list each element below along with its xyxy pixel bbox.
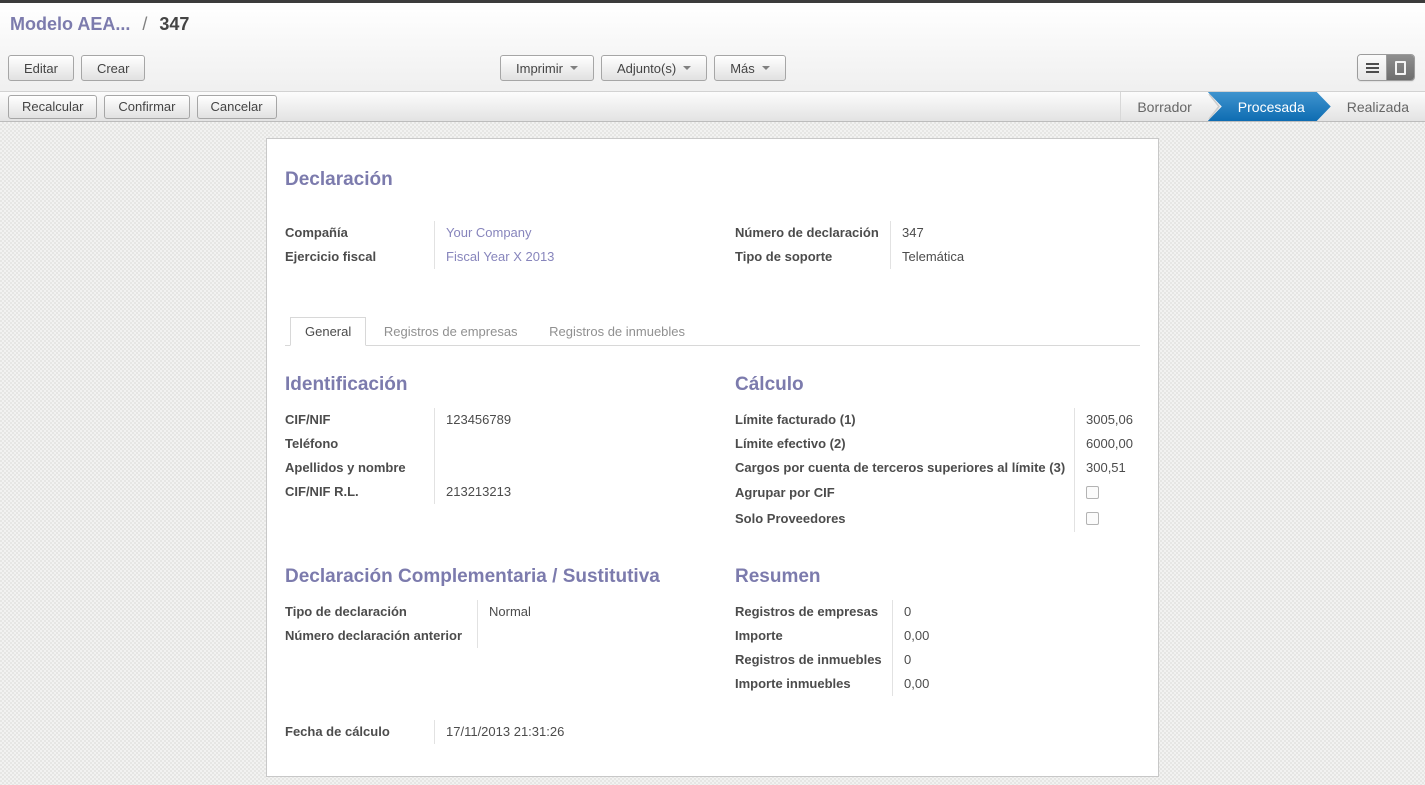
fiscal-year-label: Ejercicio fiscal bbox=[285, 245, 434, 269]
top-field-groups: Compañía Your Company Ejercicio fiscal F… bbox=[285, 221, 1140, 269]
cif-nif-rl-value: 213213213 bbox=[434, 480, 735, 504]
complementary-title: Declaración Complementaria / Sustitutiva bbox=[285, 566, 735, 588]
only-suppliers-checkbox[interactable] bbox=[1086, 512, 1099, 525]
recalculate-button[interactable]: Recalcular bbox=[8, 95, 97, 119]
identification-section: Identificación CIF/NIF 123456789 Teléfon… bbox=[285, 374, 735, 532]
surname-name-value bbox=[434, 456, 735, 480]
cancel-button[interactable]: Cancelar bbox=[197, 95, 277, 119]
phone-label: Teléfono bbox=[285, 432, 434, 456]
edit-button[interactable]: Editar bbox=[8, 55, 74, 81]
create-button[interactable]: Crear bbox=[81, 55, 146, 81]
caret-down-icon bbox=[570, 66, 578, 70]
invoiced-limit-value: 3005,06 bbox=[1074, 408, 1140, 432]
summary-real-estate-amount-label: Importe inmuebles bbox=[735, 672, 892, 696]
support-type-label: Tipo de soporte bbox=[735, 245, 890, 269]
caret-down-icon bbox=[683, 66, 691, 70]
form-sheet: Declaración Compañía Your Company Ejerci… bbox=[266, 138, 1159, 777]
only-suppliers-label: Solo Proveedores bbox=[735, 506, 1074, 532]
print-dropdown-button[interactable]: Imprimir bbox=[500, 55, 594, 81]
calculation-date-label: Fecha de cálculo bbox=[285, 720, 434, 744]
action-toolbar: Recalcular Confirmar Cancelar Borrador P… bbox=[0, 91, 1425, 122]
content-area: Declaración Compañía Your Company Ejerci… bbox=[0, 122, 1425, 785]
group-by-cif-label: Agrupar por CIF bbox=[735, 480, 1074, 506]
cash-limit-label: Límite efectivo (2) bbox=[735, 432, 1074, 456]
calculation-section: Cálculo Límite facturado (1) 3005,06 Lím… bbox=[735, 374, 1140, 532]
third-party-limit-value: 300,51 bbox=[1074, 456, 1140, 480]
declaration-number-value: 347 bbox=[890, 221, 1140, 245]
declaration-type-label: Tipo de declaración bbox=[285, 600, 477, 624]
complementary-section: Declaración Complementaria / Sustitutiva… bbox=[285, 566, 735, 696]
summary-amount-label: Importe bbox=[735, 624, 892, 648]
confirm-button[interactable]: Confirmar bbox=[104, 95, 189, 119]
more-label: Más bbox=[730, 61, 755, 76]
summary-amount-value: 0,00 bbox=[892, 624, 1140, 648]
summary-company-records-value: 0 bbox=[892, 600, 1140, 624]
summary-section: Resumen Registros de empresas 0 Importe … bbox=[735, 566, 1140, 696]
form-toolbar: Editar Crear Imprimir Adjunto(s) Más bbox=[0, 45, 1425, 91]
identification-title: Identificación bbox=[285, 374, 735, 396]
print-label: Imprimir bbox=[516, 61, 563, 76]
summary-real-estate-records-value: 0 bbox=[892, 648, 1140, 672]
phone-value bbox=[434, 432, 735, 456]
breadcrumb-current: 347 bbox=[159, 14, 189, 34]
list-view-button[interactable] bbox=[1358, 55, 1386, 80]
attachments-label: Adjunto(s) bbox=[617, 61, 676, 76]
declaration-type-value: Normal bbox=[477, 600, 735, 624]
view-switcher bbox=[1357, 54, 1415, 81]
status-step-done: Realizada bbox=[1331, 92, 1425, 121]
calculation-title: Cálculo bbox=[735, 374, 1140, 396]
cash-limit-value: 6000,00 bbox=[1074, 432, 1140, 456]
summary-real-estate-records-label: Registros de inmuebles bbox=[735, 648, 892, 672]
group-by-cif-checkbox[interactable] bbox=[1086, 486, 1099, 499]
statusbar: Borrador Procesada Realizada bbox=[1120, 92, 1425, 121]
breadcrumb-parent-link[interactable]: Modelo AEA... bbox=[10, 14, 130, 34]
form-view-button[interactable] bbox=[1386, 55, 1414, 80]
caret-down-icon bbox=[762, 66, 770, 70]
notebook-tabs: General Registros de empresas Registros … bbox=[285, 317, 1140, 346]
form-page-icon bbox=[1395, 61, 1406, 75]
surname-name-label: Apellidos y nombre bbox=[285, 456, 434, 480]
tab-general[interactable]: General bbox=[290, 317, 366, 346]
breadcrumb: Modelo AEA... / 347 bbox=[0, 3, 1425, 45]
tab-general-content: Identificación CIF/NIF 123456789 Teléfon… bbox=[285, 346, 1140, 744]
breadcrumb-separator: / bbox=[142, 14, 147, 34]
third-party-limit-label: Cargos por cuenta de terceros superiores… bbox=[735, 456, 1074, 480]
company-value-link[interactable]: Your Company bbox=[434, 221, 735, 245]
status-step-processed-active: Procesada bbox=[1208, 92, 1331, 121]
summary-company-records-label: Registros de empresas bbox=[735, 600, 892, 624]
declaration-number-label: Número de declaración bbox=[735, 221, 890, 245]
calculation-date-value: 17/11/2013 21:31:26 bbox=[434, 720, 735, 744]
attachments-dropdown-button[interactable]: Adjunto(s) bbox=[601, 55, 707, 81]
cif-nif-value: 123456789 bbox=[434, 408, 735, 432]
sheet-title: Declaración bbox=[285, 169, 1140, 191]
fiscal-year-value-link[interactable]: Fiscal Year X 2013 bbox=[434, 245, 735, 269]
tab-company-records[interactable]: Registros de empresas bbox=[370, 318, 532, 345]
status-step-draft: Borrador bbox=[1121, 92, 1207, 121]
cif-nif-label: CIF/NIF bbox=[285, 408, 434, 432]
summary-title: Resumen bbox=[735, 566, 1140, 588]
company-label: Compañía bbox=[285, 221, 434, 245]
more-dropdown-button[interactable]: Más bbox=[714, 55, 786, 81]
list-icon bbox=[1366, 63, 1379, 73]
invoiced-limit-label: Límite facturado (1) bbox=[735, 408, 1074, 432]
support-type-value: Telemática bbox=[890, 245, 1140, 269]
cif-nif-rl-label: CIF/NIF R.L. bbox=[285, 480, 434, 504]
previous-number-label: Número declaración anterior bbox=[285, 624, 477, 648]
previous-number-value bbox=[477, 624, 735, 648]
tab-real-estate-records[interactable]: Registros de inmuebles bbox=[535, 318, 699, 345]
summary-real-estate-amount-value: 0,00 bbox=[892, 672, 1140, 696]
main-header: Modelo AEA... / 347 Editar Crear Imprimi… bbox=[0, 3, 1425, 122]
